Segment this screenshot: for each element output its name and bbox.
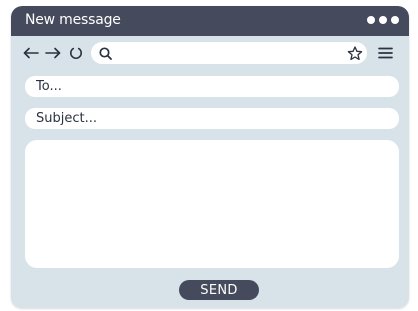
to-field[interactable] bbox=[25, 76, 399, 97]
more-dot bbox=[379, 16, 387, 24]
window-title: New message bbox=[25, 12, 121, 28]
message-body[interactable] bbox=[25, 140, 399, 268]
compose-window: New message To... Subject... SEND bbox=[11, 6, 409, 308]
hamburger-menu-icon[interactable] bbox=[375, 40, 395, 66]
navigation-bar bbox=[11, 40, 409, 66]
search-icon[interactable] bbox=[97, 40, 113, 66]
more-options-icon[interactable] bbox=[367, 16, 399, 24]
subject-field[interactable] bbox=[25, 108, 399, 129]
more-dot bbox=[391, 16, 399, 24]
star-icon[interactable] bbox=[346, 40, 364, 66]
reload-icon[interactable] bbox=[66, 40, 86, 66]
arrow-right-icon[interactable] bbox=[43, 40, 63, 66]
send-button[interactable]: SEND bbox=[179, 280, 259, 300]
address-bar[interactable] bbox=[91, 42, 367, 64]
more-dot bbox=[367, 16, 375, 24]
title-bar: New message bbox=[11, 6, 409, 36]
arrow-left-icon[interactable] bbox=[21, 40, 41, 66]
